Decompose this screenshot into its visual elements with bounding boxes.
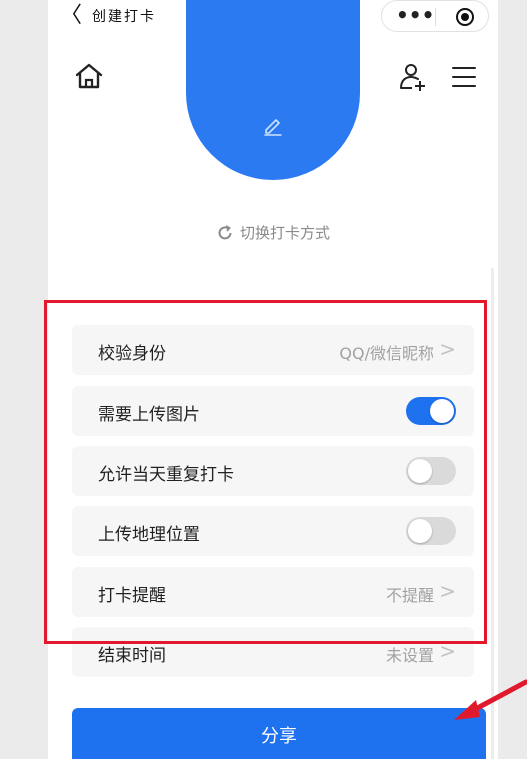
- setting-value: QQ/微信昵称: [339, 344, 434, 363]
- more-icon[interactable]: •••: [396, 5, 434, 25]
- setting-label: 允许当天重复打卡: [98, 465, 234, 485]
- capsule-divider: [435, 8, 436, 26]
- setting-upload-location: 上传地理位置: [72, 506, 474, 556]
- target-icon[interactable]: [456, 8, 474, 26]
- setting-value: 不提醒: [385, 586, 434, 605]
- home-icon[interactable]: [74, 62, 104, 90]
- chevron-right-icon: >: [439, 579, 456, 603]
- menu-icon[interactable]: [452, 66, 476, 88]
- setting-verify-identity[interactable]: 校验身份 QQ/微信昵称 >: [72, 325, 474, 375]
- switch-punch-method[interactable]: 切换打卡方式: [48, 222, 498, 243]
- pencil-icon[interactable]: [262, 114, 284, 136]
- back-button[interactable]: 〈: [60, 3, 82, 29]
- refresh-icon: [218, 224, 232, 239]
- mini-program-capsule: •••: [381, 0, 489, 32]
- toggle-knob: [408, 519, 432, 543]
- switch-punch-label: 切换打卡方式: [239, 224, 330, 242]
- user-add-icon[interactable]: [398, 62, 428, 92]
- setting-label: 打卡提醒: [98, 586, 166, 606]
- allow-repeat-toggle[interactable]: [406, 457, 456, 485]
- share-button[interactable]: 分享: [72, 708, 486, 759]
- upload-image-toggle[interactable]: [406, 397, 456, 425]
- setting-upload-image: 需要上传图片: [72, 386, 474, 436]
- setting-end-time[interactable]: 结束时间 未设置 >: [72, 627, 474, 677]
- setting-label: 上传地理位置: [98, 525, 200, 545]
- chevron-right-icon: >: [439, 639, 456, 663]
- setting-reminder[interactable]: 打卡提醒 不提醒 >: [72, 567, 474, 617]
- setting-allow-repeat: 允许当天重复打卡: [72, 446, 474, 496]
- page-title: 创建打卡: [92, 9, 156, 25]
- setting-label: 需要上传图片: [98, 405, 200, 425]
- annotation-arrow-icon: [454, 679, 527, 720]
- punch-button-circle[interactable]: [186, 0, 360, 180]
- toggle-knob: [430, 399, 454, 423]
- setting-label: 结束时间: [98, 646, 166, 666]
- chevron-right-icon: >: [439, 337, 456, 361]
- setting-value: 未设置: [385, 646, 434, 665]
- toggle-knob: [408, 459, 432, 483]
- phone-screen: 〈 创建打卡 ••• 切换打卡方式 校验身份 QQ/微信昵称 > 需要上传图片 …: [48, 0, 498, 759]
- upload-location-toggle[interactable]: [406, 517, 456, 545]
- setting-label: 校验身份: [98, 344, 166, 364]
